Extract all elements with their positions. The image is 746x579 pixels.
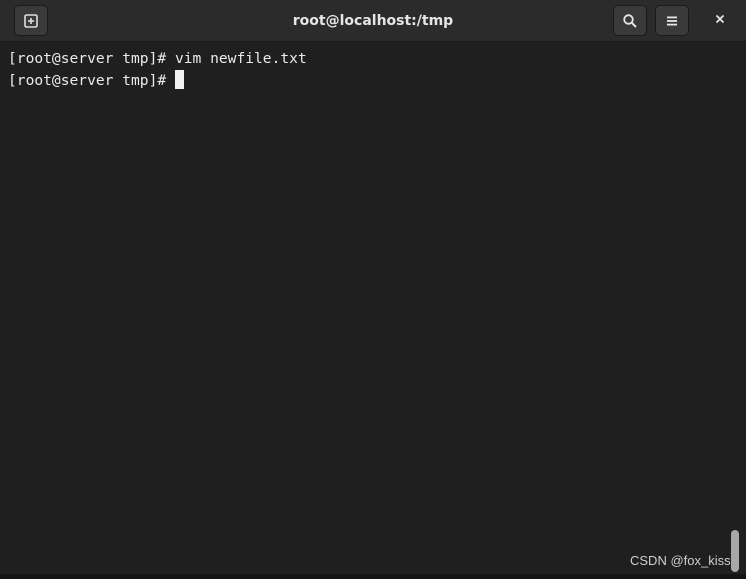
window-title: root@localhost:/tmp (292, 13, 454, 29)
terminal-window: root@localhost:/tmp [root@server tmp]# v… (0, 0, 746, 579)
new-tab-button[interactable] (14, 5, 48, 36)
close-icon (714, 12, 726, 30)
watermark-text: CSDN @fox_kiss (630, 553, 731, 568)
new-tab-icon (23, 13, 39, 29)
scrollbar-thumb[interactable] (731, 530, 739, 572)
typed-command: vim newfile.txt (174, 50, 307, 67)
close-button[interactable] (705, 5, 735, 36)
search-button[interactable] (613, 5, 647, 36)
search-icon (622, 13, 638, 29)
bottom-edge (0, 574, 746, 579)
terminal-output[interactable]: [root@server tmp]# vim newfile.txt [root… (0, 42, 746, 579)
terminal-line: [root@server tmp]# (8, 70, 184, 92)
terminal-line: [root@server tmp]# vim newfile.txt (8, 48, 307, 70)
menu-button[interactable] (655, 5, 689, 36)
hamburger-menu-icon (665, 14, 679, 28)
header-bar: root@localhost:/tmp (0, 0, 746, 42)
shell-prompt: [root@server tmp]# (8, 72, 175, 89)
text-cursor (174, 70, 184, 89)
shell-prompt: [root@server tmp]# (8, 50, 175, 67)
